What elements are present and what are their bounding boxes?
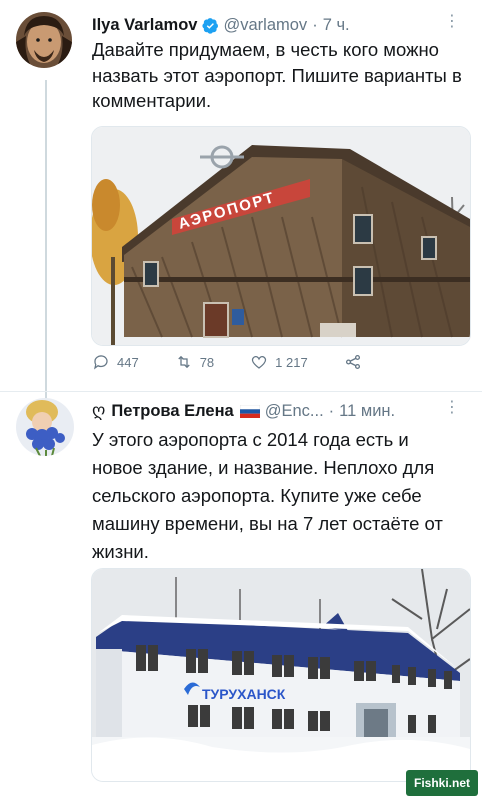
- tweet-header: Ilya Varlamov @varlamov · 7 ч. ⋮: [92, 14, 472, 36]
- russia-flag-icon: [239, 404, 260, 418]
- retweet-icon: [178, 355, 190, 369]
- tweet-image-old-airport[interactable]: АЭРОПОРТ: [91, 126, 471, 346]
- separator-dot: ·: [328, 401, 335, 420]
- tweet-header: ღ Петрова Елена @Enc... · 11 мин. ⋮: [92, 400, 472, 422]
- reply-button[interactable]: 447: [92, 353, 139, 371]
- more-options-icon[interactable]: ⋮: [444, 400, 460, 416]
- tweet-text: У этого аэропорта с 2014 года есть и нов…: [92, 429, 443, 562]
- new-airport-sign: ТУРУХАНСК: [202, 686, 286, 702]
- like-count: 1 217: [275, 354, 308, 370]
- fishki-watermark: Fishki.net: [406, 770, 478, 796]
- author-name[interactable]: Петрова Елена: [111, 402, 233, 421]
- share-button[interactable]: [344, 353, 369, 371]
- author-handle[interactable]: @varlamov: [224, 16, 308, 35]
- reply-icon: [94, 355, 108, 370]
- retweet-count: 78: [199, 354, 215, 370]
- heart-icon: [252, 356, 267, 369]
- reply-count: 447: [117, 354, 139, 370]
- tweet-image-new-airport[interactable]: ТУРУХАНСК: [91, 568, 471, 782]
- tweet-varlamov[interactable]: Ilya Varlamov @varlamov · 7 ч. ⋮ Давайте…: [0, 0, 482, 392]
- share-icon: [345, 354, 360, 370]
- separator-dot: ·: [312, 15, 318, 34]
- retweet-button[interactable]: 78: [175, 353, 214, 371]
- more-options-icon[interactable]: ⋮: [444, 14, 460, 30]
- tweet-petrova[interactable]: ღ Петрова Елена @Enc... · 11 мин. ⋮ У эт…: [0, 392, 482, 800]
- avatar[interactable]: [16, 398, 74, 456]
- author-name[interactable]: Ilya Varlamov: [92, 16, 198, 35]
- timestamp[interactable]: 7 ч.: [323, 16, 350, 35]
- tweet-actions: 447 78 1 217: [92, 351, 405, 373]
- verified-badge-icon: [201, 17, 218, 34]
- avatar[interactable]: [16, 12, 72, 68]
- tweet-text: Давайте придумаем, в честь кого можно на…: [92, 39, 462, 111]
- timestamp[interactable]: 11 мин.: [339, 402, 395, 421]
- author-handle[interactable]: @Enc...: [265, 402, 324, 421]
- name-prefix-symbol: ღ: [92, 401, 106, 420]
- like-button[interactable]: 1 217: [250, 353, 308, 371]
